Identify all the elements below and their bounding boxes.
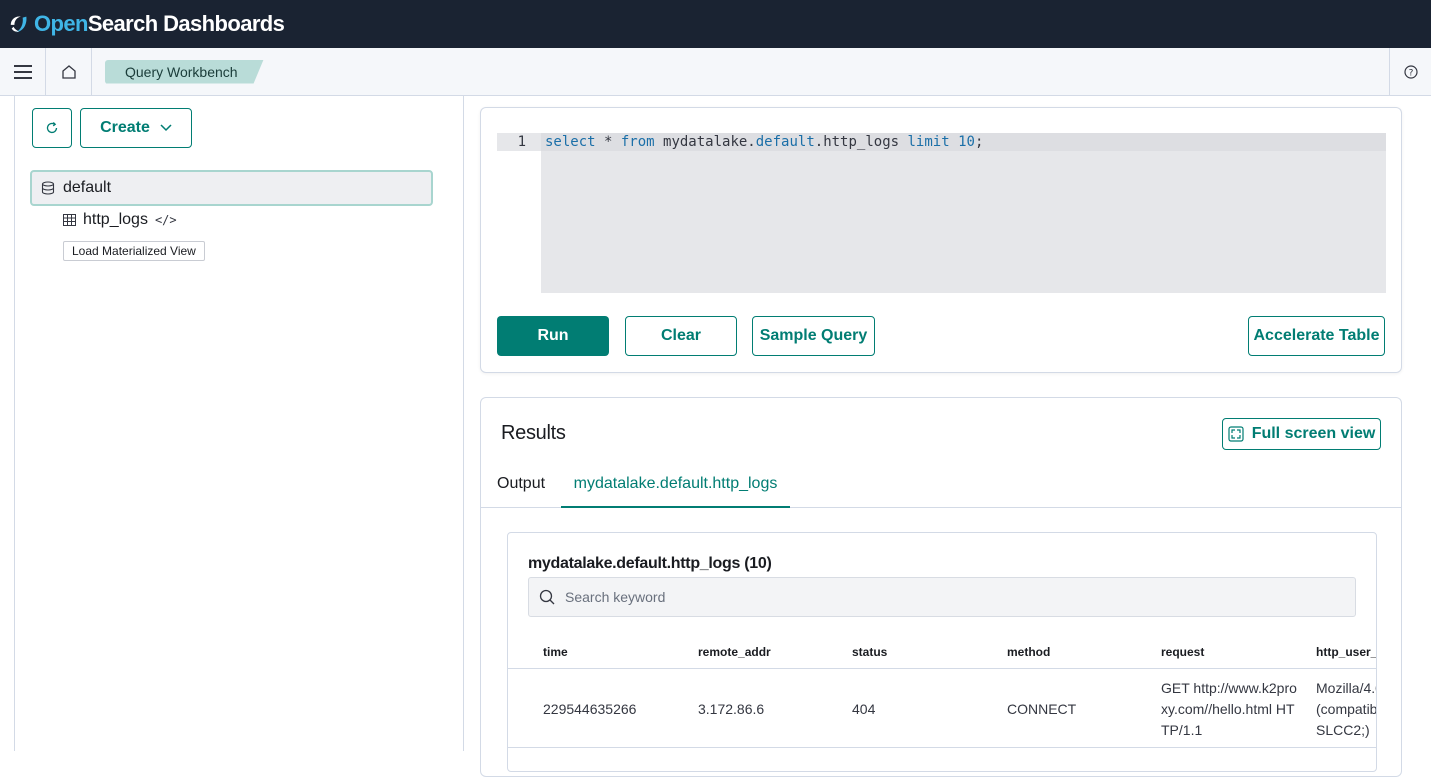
code-area[interactable]: select * from mydatalake.default.http_lo… — [541, 133, 1386, 293]
results-tabs: Output mydatalake.default.http_logs — [481, 464, 1401, 508]
create-button[interactable]: Create — [80, 108, 192, 148]
cell-method: CONNECT — [1007, 701, 1077, 717]
column-header-status[interactable]: status — [852, 645, 992, 659]
code-token: select — [545, 134, 596, 150]
code-token: default — [755, 134, 815, 150]
hamburger-icon — [13, 64, 32, 79]
sql-editor[interactable]: 1 select * from mydatalake.default.http_… — [497, 133, 1386, 293]
logo-text: OpenSearch Dashboards — [34, 11, 285, 36]
cell-remote-addr: 3.172.86.6 — [698, 701, 765, 717]
run-button[interactable]: Run — [497, 316, 609, 356]
refresh-icon — [46, 122, 58, 134]
menu-button[interactable] — [0, 47, 46, 96]
search-icon — [539, 589, 555, 605]
cell-status: 404 — [852, 701, 876, 717]
results-title: Results — [501, 422, 566, 444]
opensearch-logo[interactable]: OpenSearch Dashboards — [8, 11, 285, 37]
accelerate-table-button[interactable]: Accelerate Table — [1248, 316, 1385, 356]
results-panel: Results Full screen view Output mydatala… — [480, 397, 1402, 777]
help-icon: ? — [1403, 65, 1418, 79]
full-screen-view-label: Full screen view — [1251, 425, 1376, 442]
column-header-time[interactable]: time — [543, 645, 683, 659]
code-line-1[interactable]: select * from mydatalake.default.http_lo… — [541, 133, 1386, 151]
cell-request: GET http://www.k2proxy.com//hello.html H… — [1161, 680, 1297, 738]
tree-item-database-default[interactable]: default — [30, 170, 433, 206]
column-header-http-user-agent[interactable]: http_user_agent — [1316, 645, 1376, 659]
opensearch-logo-icon — [10, 16, 27, 33]
cell-time: 229544635266 — [543, 701, 637, 717]
database-icon — [41, 181, 55, 195]
code-token: ; — [974, 134, 984, 150]
tree-item-table-http-logs[interactable]: http_logs </> — [63, 209, 177, 231]
database-name: default — [63, 179, 112, 196]
column-header-method[interactable]: method — [1007, 645, 1147, 659]
code-token: .http_logs — [814, 134, 908, 150]
sample-query-button[interactable]: Sample Query — [752, 316, 875, 356]
chevron-down-icon — [160, 124, 172, 132]
result-table-card: mydatalake.default.http_logs (10) time r… — [507, 532, 1377, 772]
line-number: 1 — [497, 133, 541, 151]
home-button[interactable] — [46, 47, 92, 96]
breadcrumb-query-workbench[interactable]: Query Workbench — [105, 60, 264, 84]
table-header: time remote_addr status method request h… — [508, 633, 1376, 669]
search-box[interactable] — [528, 577, 1356, 617]
table-icon — [63, 214, 76, 226]
fullscreen-icon — [1228, 426, 1244, 442]
code-token: 10 — [958, 134, 975, 150]
column-header-remote-addr[interactable]: remote_addr — [698, 645, 838, 659]
datasource-tree-panel: Create default http_logs </> Load Materi… — [14, 96, 464, 751]
code-token: mydatalake. — [654, 134, 756, 150]
refresh-button[interactable] — [32, 108, 72, 148]
result-table-title: mydatalake.default.http_logs (10) — [528, 555, 772, 572]
create-label: Create — [100, 119, 150, 136]
tab-output[interactable]: Output — [497, 464, 545, 508]
editor-gutter: 1 — [497, 133, 541, 293]
code-icon[interactable]: </> — [155, 213, 177, 227]
code-token: * — [595, 134, 621, 150]
query-editor-panel: 1 select * from mydatalake.default.http_… — [480, 107, 1402, 373]
load-materialized-view-button[interactable]: Load Materialized View — [63, 241, 205, 261]
tab-http-logs[interactable]: mydatalake.default.http_logs — [561, 464, 790, 508]
nav-bar: Query Workbench ? — [0, 47, 1431, 96]
svg-text:?: ? — [1408, 69, 1413, 79]
table-name: http_logs — [83, 211, 148, 228]
code-token: from — [620, 134, 655, 150]
code-token: limit — [907, 134, 950, 150]
clear-button[interactable]: Clear — [625, 316, 737, 356]
full-screen-view-button[interactable]: Full screen view — [1222, 418, 1381, 450]
home-icon — [61, 64, 76, 79]
column-header-request[interactable]: request — [1161, 645, 1303, 659]
help-button[interactable]: ? — [1389, 48, 1431, 96]
top-header: OpenSearch Dashboards — [0, 0, 1431, 48]
search-input[interactable] — [565, 589, 1325, 605]
table-row: 229544635266 3.172.86.6 404 CONNECT GET … — [508, 670, 1376, 748]
cell-http-user-agent: Mozilla/4.0 (compatible; SLCC2;) — [1316, 680, 1376, 738]
